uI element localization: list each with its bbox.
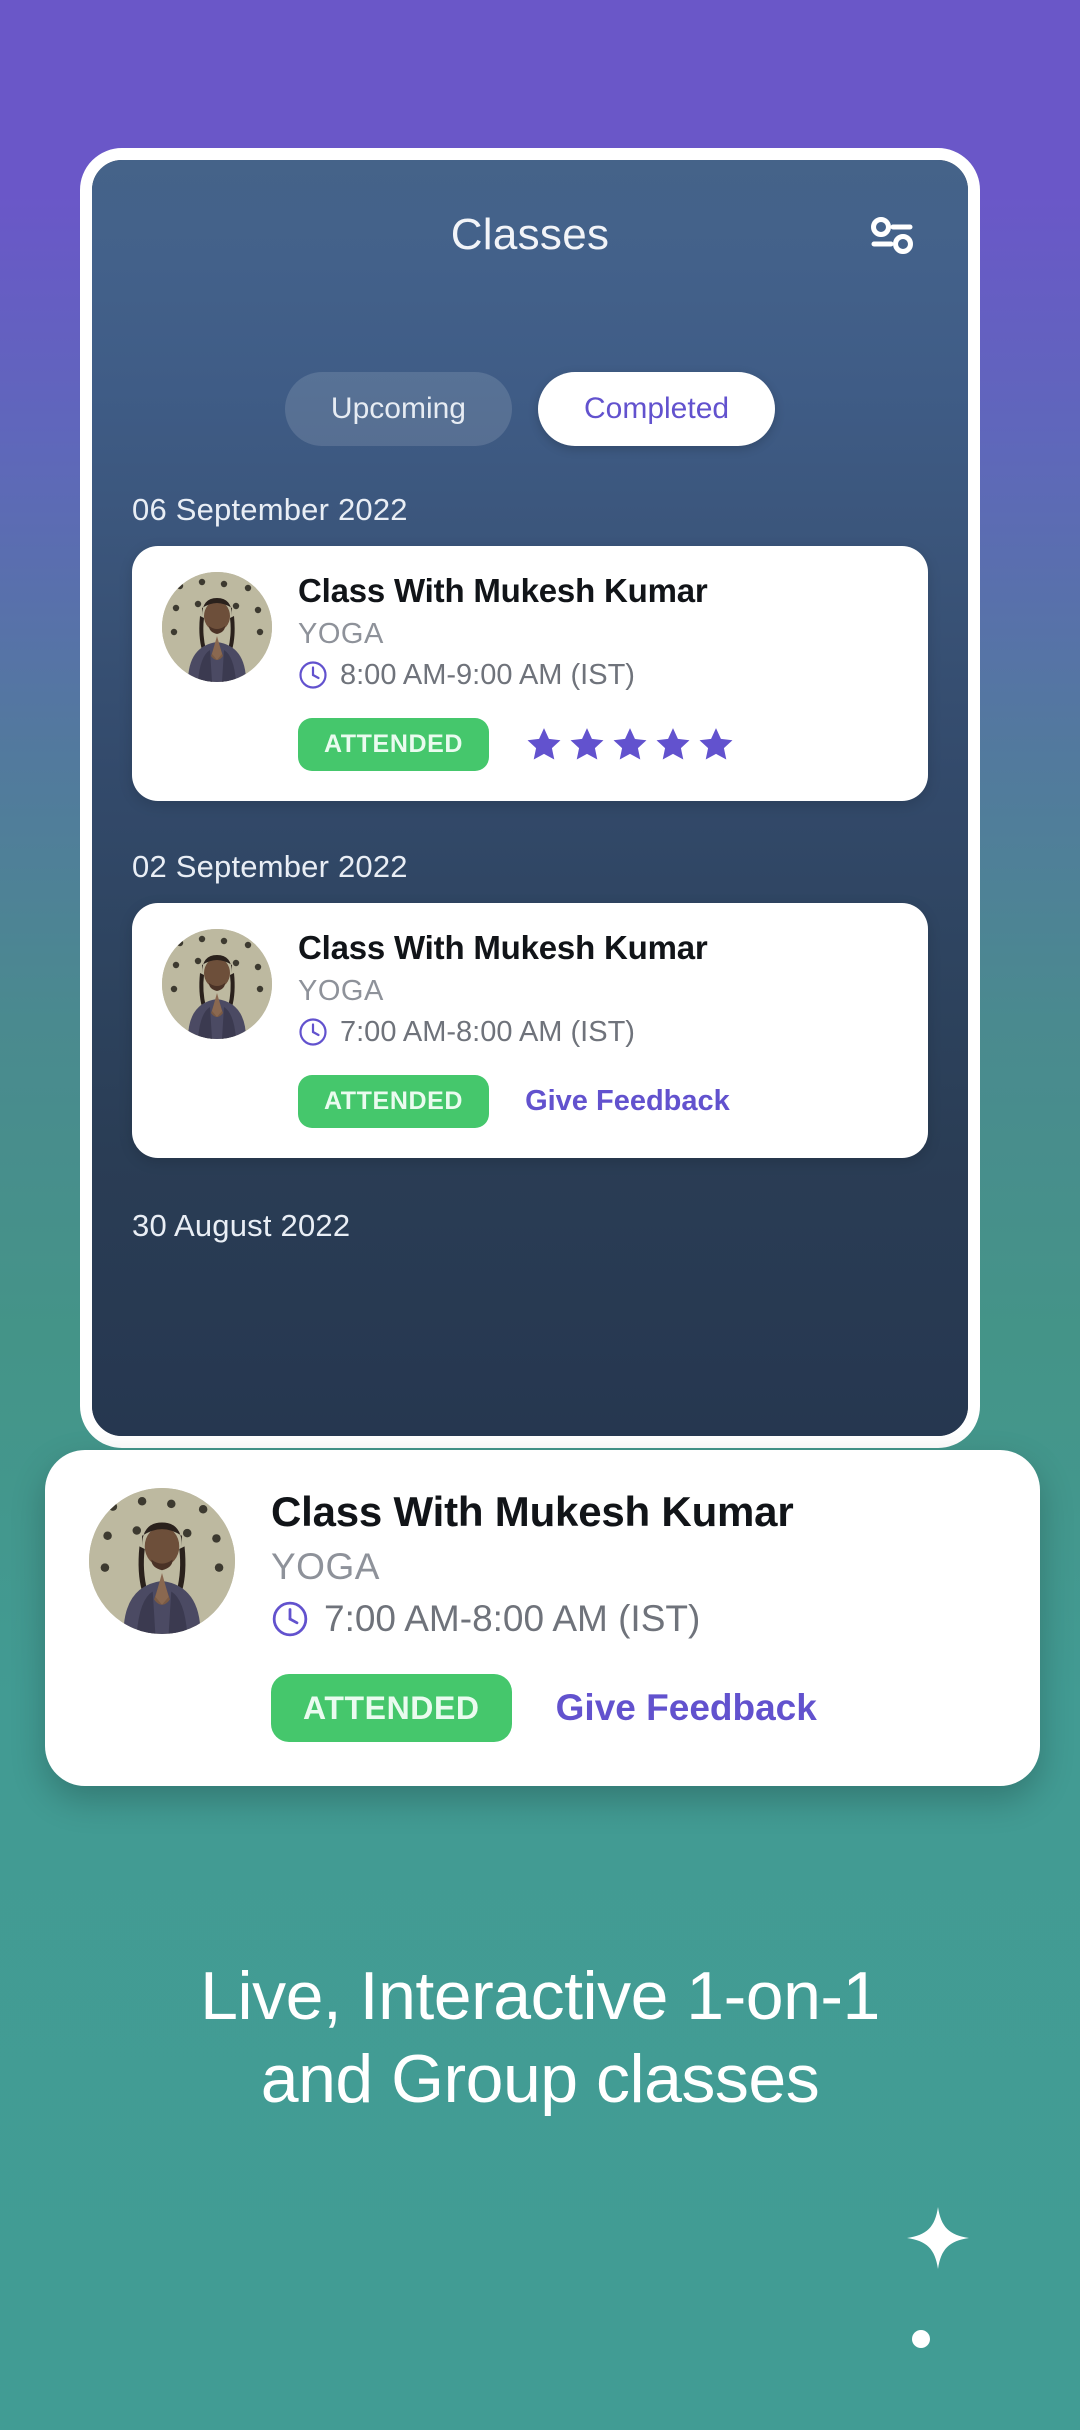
class-type: YOGA xyxy=(271,1546,380,1588)
class-title: Class With Mukesh Kumar xyxy=(271,1488,794,1535)
status-badge: ATTENDED xyxy=(298,717,490,771)
date-header: 06 September 2022 xyxy=(132,492,408,527)
phone-screen: Classes Upcoming Completed 06 September … xyxy=(92,160,968,1436)
class-time: 7:00 AM-8:00 AM (IST) xyxy=(324,1598,701,1640)
star-icon xyxy=(613,728,647,760)
tagline-line-2: and Group classes xyxy=(260,2040,820,2117)
avatar xyxy=(162,928,272,1039)
tab-bar: Upcoming Completed xyxy=(92,372,968,446)
class-card-body: Class With Mukesh Kumar YOGA 7:00 AM-8:0… xyxy=(271,1488,996,1743)
dot-icon xyxy=(912,2330,930,2348)
status-badge: ATTENDED xyxy=(271,1674,512,1743)
class-list: 06 September 2022 Class With Mukesh Kuma… xyxy=(92,492,968,1244)
class-action-row: ATTENDED Give Feedback xyxy=(271,1674,996,1743)
class-card[interactable]: Class With Mukesh Kumar YOGA 7:00 AM-8:0… xyxy=(132,902,928,1158)
class-time-row: 7:00 AM-8:00 AM (IST) xyxy=(298,1016,898,1049)
give-feedback-link[interactable]: Give Feedback xyxy=(525,1085,730,1118)
clock-icon xyxy=(298,660,328,690)
page-title: Classes xyxy=(450,210,610,259)
tagline: Live, Interactive 1-on-1 and Group class… xyxy=(0,1955,1080,2121)
tab-completed[interactable]: Completed xyxy=(537,372,776,446)
class-title: Class With Mukesh Kumar xyxy=(298,928,708,966)
app-header: Classes xyxy=(92,160,968,310)
tagline-line-1: Live, Interactive 1-on-1 xyxy=(200,1958,880,2034)
date-header: 02 September 2022 xyxy=(132,848,408,884)
avatar xyxy=(89,1488,235,1634)
class-action-row: ATTENDED Give Feedback xyxy=(298,1074,898,1128)
class-type: YOGA xyxy=(298,617,384,650)
star-icon xyxy=(699,728,733,760)
class-action-row: ATTENDED xyxy=(298,717,898,771)
star-icon xyxy=(570,728,604,760)
class-time: 8:00 AM-9:00 AM (IST) xyxy=(340,658,635,691)
class-time-row: 7:00 AM-8:00 AM (IST) xyxy=(271,1598,996,1640)
class-time: 7:00 AM-8:00 AM (IST) xyxy=(340,1015,635,1048)
featured-class-card[interactable]: Class With Mukesh Kumar YOGA 7:00 AM-8:0… xyxy=(45,1450,1040,1787)
date-header: 30 August 2022 xyxy=(132,1207,351,1243)
filter-settings-icon[interactable] xyxy=(864,207,920,263)
class-card[interactable]: Class With Mukesh Kumar YOGA 8:00 AM-9:0… xyxy=(132,546,928,801)
class-card-body: Class With Mukesh Kumar YOGA 7:00 AM-8:0… xyxy=(298,929,898,1128)
class-title: Class With Mukesh Kumar xyxy=(298,572,708,609)
clock-icon xyxy=(298,1017,328,1047)
clock-icon xyxy=(271,1600,309,1638)
class-time-row: 8:00 AM-9:00 AM (IST) xyxy=(298,659,898,692)
avatar xyxy=(162,572,272,682)
tab-upcoming[interactable]: Upcoming xyxy=(284,372,512,446)
star-icon xyxy=(527,728,561,760)
phone-mockup: Classes Upcoming Completed 06 September … xyxy=(80,148,980,1448)
star-icon xyxy=(656,728,690,760)
give-feedback-link[interactable]: Give Feedback xyxy=(556,1687,817,1729)
class-card-body: Class With Mukesh Kumar YOGA 8:00 AM-9:0… xyxy=(298,572,898,771)
class-type: YOGA xyxy=(298,974,384,1007)
rating-stars[interactable] xyxy=(525,725,735,763)
status-badge: ATTENDED xyxy=(298,1074,490,1128)
sparkle-icon xyxy=(905,2205,971,2271)
